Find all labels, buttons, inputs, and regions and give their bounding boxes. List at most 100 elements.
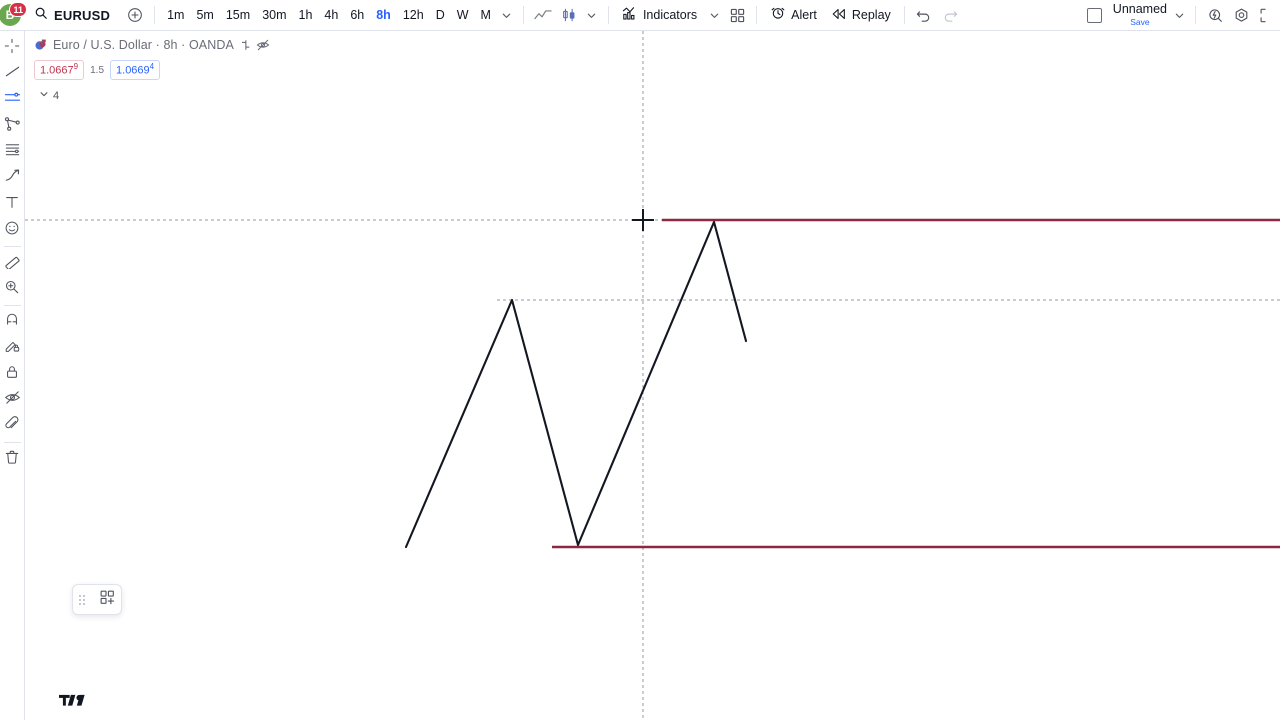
toolbar-divider-3 [607,6,609,24]
sidebar-item-lock-drawings-tool[interactable] [0,361,25,387]
top-toolbar: B 11 EURUSD 1m 5m 15m 30m 1h 4h 6h 8h 12… [0,0,1280,31]
undo-icon[interactable] [911,2,937,28]
fib-retracement-icon [4,141,21,163]
search-icon [34,6,48,25]
tradingview-logo[interactable] [59,692,85,714]
timeframe-30m[interactable]: 30m [256,4,292,27]
sidebar-divider-2 [3,305,21,306]
legend-collapse-button[interactable]: 4 [34,87,64,104]
bid-price-pill[interactable]: 1.06679 [34,60,85,81]
timeframe-1h[interactable]: 1h [293,4,319,27]
redo-icon[interactable] [937,2,963,28]
alarm-clock-icon [770,6,786,25]
eye-crossed-icon[interactable] [256,38,270,52]
price-chart-svg [25,31,1280,720]
paperclip-icon [4,415,20,437]
save-label: Save [1130,16,1150,27]
smiley-emoji-icon [4,220,20,241]
padlock-icon [4,364,20,385]
indicators-chevron-down-icon[interactable] [704,2,724,28]
chevron-down-icon[interactable] [497,2,517,28]
candlestick-chart-icon[interactable] [556,2,582,28]
sidebar-item-magnet-tool[interactable] [0,309,25,335]
toolbar-divider [154,6,156,24]
sidebar-item-cross-cursor-tool[interactable] [0,35,25,61]
toolbar-divider-5 [903,6,905,24]
sidebar-item-hide-drawings-tool[interactable] [0,387,25,413]
pitchfork-icon [4,115,21,137]
drag-dots-icon[interactable] [79,594,85,605]
timeframe-6h[interactable]: 6h [344,4,370,27]
bar-style-icon[interactable] [239,39,251,51]
line-chart-icon[interactable] [530,2,556,28]
sidebar-item-fib-retracement-tool[interactable] [0,139,25,165]
app-brand-badge[interactable]: B 11 [0,2,27,28]
sidebar-item-text-tool[interactable] [0,191,25,217]
timeframe-1m[interactable]: 1m [161,4,190,27]
sidebar-item-stay-in-drawing-mode-tool[interactable] [0,335,25,361]
indicators-label: Indicators [642,8,698,22]
alert-button[interactable]: Alert [763,2,824,28]
legend-title-label: Euro / U.S. Dollar · 8h · OANDA [53,38,234,52]
eye-hide-icon [4,389,21,411]
timeframe-15m[interactable]: 15m [220,4,256,27]
gear-settings-icon[interactable] [1228,2,1254,28]
grid-layout-icon[interactable] [724,2,750,28]
crosshair-cursor-icon [4,38,20,59]
left-drawing-toolbar [0,31,25,720]
layout-single-icon[interactable] [1086,7,1102,23]
timeframe-12h[interactable]: 12h [397,4,430,27]
timeframe-m[interactable]: M [475,4,497,27]
text-t-icon [4,194,20,215]
sidebar-item-remove-drawings-tool[interactable] [0,446,25,472]
horizontal-lines-icon [4,89,21,111]
sidebar-divider-3 [3,442,21,443]
toolbar-right-group: Unnamed Save [1086,0,1280,31]
magnifier-zoom-icon [4,279,20,300]
timeframe-list: 1m 5m 15m 30m 1h 4h 6h 8h 12h D W M [161,4,497,27]
sidebar-item-pitchfork-tool[interactable] [0,113,25,139]
spread-value: 1.5 [90,64,105,76]
ask-price-pill[interactable]: 1.06694 [110,60,161,81]
sidebar-item-brush-tool[interactable] [0,165,25,191]
sidebar-item-trend-line-tool[interactable] [0,61,25,87]
floating-pane-toolbar[interactable] [72,584,122,615]
toolbar-divider-4 [756,6,758,24]
replay-label: Replay [851,8,891,22]
alert-label: Alert [791,8,817,22]
price-series-line [404,220,748,549]
toolbar-divider-6 [1195,6,1196,24]
timeframe-4h[interactable]: 4h [318,4,344,27]
chart-legend: Euro / U.S. Dollar · 8h · OANDA 1.06679 … [34,36,270,104]
trash-bin-icon [4,449,20,470]
ask-price-value: 1.0669 [116,64,150,77]
chart-name-label: Unnamed [1112,2,1167,17]
toolbar-divider-2 [522,6,524,24]
chart-type-chevron-down-icon[interactable] [582,2,602,28]
chevron-down-icon [39,89,49,102]
sidebar-item-horizontal-lines-tool[interactable] [0,87,25,113]
timeframe-d[interactable]: D [430,4,451,27]
fullscreen-icon[interactable] [1254,2,1280,28]
sidebar-item-zoom-tool[interactable] [0,276,25,302]
replay-button[interactable]: Replay [824,2,898,28]
chart-save-button[interactable]: Unnamed Save [1111,3,1169,26]
timeframe-8h[interactable]: 8h [370,4,397,27]
save-chevron-down-icon[interactable] [1169,2,1189,28]
add-symbol-button[interactable] [122,2,148,28]
timeframe-w[interactable]: W [451,4,475,27]
camera-snapshot-icon[interactable] [1202,2,1228,28]
add-pane-grid-icon[interactable] [100,590,115,610]
ruler-measure-icon [4,252,21,274]
sidebar-item-measure-tool[interactable] [0,250,25,276]
sidebar-item-emoji-tool[interactable] [0,217,25,243]
chart-canvas-area[interactable]: Euro / U.S. Dollar · 8h · OANDA 1.06679 … [25,31,1280,720]
timeframe-5m[interactable]: 5m [190,4,219,27]
indicators-icon [622,6,638,24]
symbol-label: EURUSD [54,7,111,23]
symbol-search-button[interactable]: EURUSD [30,1,118,29]
arrow-brush-icon [4,167,21,189]
crosshair-marker [632,209,654,231]
sidebar-item-measure-link-tool[interactable] [0,413,25,439]
indicators-button[interactable]: Indicators [615,2,704,28]
